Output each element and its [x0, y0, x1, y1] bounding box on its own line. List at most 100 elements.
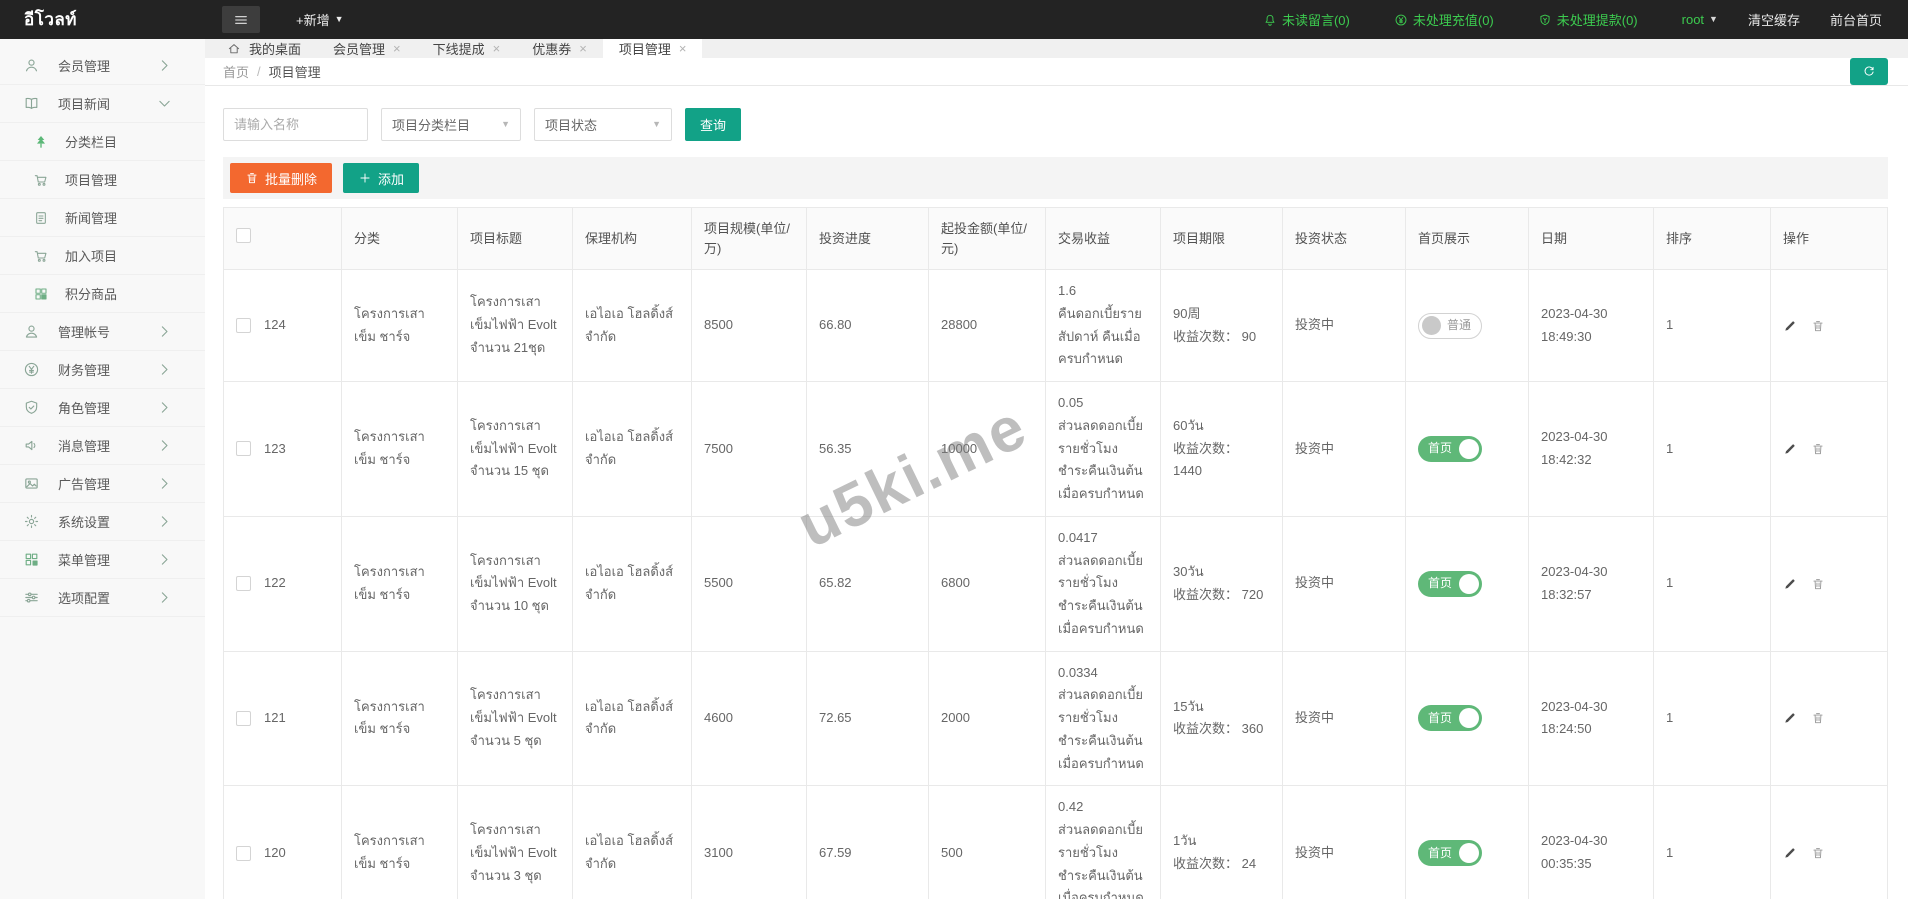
- clear-cache-link[interactable]: 清空缓存: [1748, 10, 1800, 29]
- home-show-toggle[interactable]: 普通: [1418, 313, 1482, 339]
- cell-progress: 56.35: [807, 382, 929, 517]
- tab-item[interactable]: 我的桌面 ×: [211, 39, 317, 58]
- tab-item[interactable]: 项目管理 ×: [603, 39, 703, 58]
- cell-min-invest: 10000: [929, 382, 1046, 517]
- cell-home-show: 首页: [1406, 786, 1529, 899]
- home-show-toggle[interactable]: 首页: [1418, 840, 1482, 866]
- row-checkbox[interactable]: [236, 318, 251, 333]
- toggle-knob: [1422, 316, 1441, 335]
- sidebar-item[interactable]: 菜单管理: [0, 541, 205, 579]
- tab-item[interactable]: 会员管理 ×: [317, 39, 417, 58]
- trash-icon: [1811, 711, 1825, 725]
- name-search-input[interactable]: [223, 108, 368, 141]
- sidebar-item[interactable]: 广告管理: [0, 465, 205, 503]
- app-brand: อีโวลท์: [0, 6, 222, 33]
- column-header: 投资状态: [1283, 208, 1406, 270]
- tab-close-icon[interactable]: ×: [579, 42, 587, 55]
- filter-bar: 项目分类栏目 ▼ 项目状态 ▼ 查询: [223, 108, 1888, 141]
- cell-title: โครงการเสาเข็มไฟฟ้า Evolt จำนวน 5 ชุด: [458, 651, 573, 786]
- cell-title: โครงการเสาเข็มไฟฟ้า Evolt จำนวน 3 ชุด: [458, 786, 573, 899]
- edit-button[interactable]: [1783, 846, 1797, 860]
- delete-button[interactable]: [1811, 319, 1825, 333]
- cell-progress: 65.82: [807, 516, 929, 651]
- sidebar-item[interactable]: 项目新闻: [0, 85, 205, 123]
- cell-agency: เอไอเอ โฮลดิ้งส์ จำกัด: [573, 516, 692, 651]
- cell-duration: 90周收益次数： 90: [1161, 270, 1283, 382]
- edit-button[interactable]: [1783, 711, 1797, 725]
- pending-recharge-link[interactable]: 未处理充值(0): [1394, 10, 1494, 29]
- tab-close-icon[interactable]: ×: [393, 42, 401, 55]
- tab-close-icon[interactable]: ×: [679, 42, 687, 55]
- select-all-checkbox[interactable]: [236, 228, 251, 243]
- toggle-knob: [1459, 708, 1479, 728]
- sidebar-item[interactable]: 选项配置: [0, 579, 205, 617]
- edit-button[interactable]: [1783, 442, 1797, 456]
- sidebar-item-label: 系统设置: [58, 512, 156, 531]
- delete-button[interactable]: [1811, 711, 1825, 725]
- edit-button[interactable]: [1783, 577, 1797, 591]
- pending-withdraw-link[interactable]: 未处理提款(0): [1538, 10, 1638, 29]
- batch-delete-button[interactable]: 批量删除: [230, 163, 332, 193]
- new-dropdown-button[interactable]: +新增 ▼: [296, 10, 344, 29]
- sidebar-toggle-button[interactable]: [222, 6, 260, 33]
- tab-label: 会员管理: [333, 39, 385, 58]
- sidebar-item[interactable]: 加入项目: [0, 237, 205, 275]
- tab-item[interactable]: 下线提成 ×: [417, 39, 517, 58]
- column-header: 日期: [1529, 208, 1654, 270]
- pencil-icon: [1783, 846, 1797, 860]
- chevron-icon: [156, 361, 173, 378]
- unread-messages-link[interactable]: 未读留言(0): [1263, 10, 1350, 29]
- cart-icon: [33, 248, 49, 264]
- add-button[interactable]: 添加: [343, 163, 419, 193]
- tab-close-icon[interactable]: ×: [493, 42, 501, 55]
- grid-icon: [33, 286, 49, 302]
- sidebar-item[interactable]: 项目管理: [0, 161, 205, 199]
- sidebar-item[interactable]: 会员管理: [0, 47, 205, 85]
- sidebar-item[interactable]: 积分商品: [0, 275, 205, 313]
- cell-title: โครงการเสาเข็มไฟฟ้า Evolt จำนวน 15 ชุด: [458, 382, 573, 517]
- user-menu[interactable]: root ▼: [1682, 12, 1718, 27]
- sidebar-item[interactable]: 分类栏目: [0, 123, 205, 161]
- sidebar-item[interactable]: 消息管理: [0, 427, 205, 465]
- search-button[interactable]: 查询: [685, 108, 741, 141]
- cell-actions: [1771, 382, 1888, 517]
- sidebar-item[interactable]: 角色管理: [0, 389, 205, 427]
- row-checkbox[interactable]: [236, 576, 251, 591]
- tree-icon: [33, 134, 49, 150]
- edit-button[interactable]: [1783, 319, 1797, 333]
- sidebar-item[interactable]: 财务管理: [0, 351, 205, 389]
- caret-down-icon: ▼: [501, 120, 510, 129]
- sidebar-item[interactable]: 管理帐号: [0, 313, 205, 351]
- refresh-button[interactable]: [1850, 58, 1888, 85]
- row-checkbox[interactable]: [236, 441, 251, 456]
- delete-button[interactable]: [1811, 846, 1825, 860]
- chevron-icon: [156, 399, 173, 416]
- cell-status: 投资中: [1283, 516, 1406, 651]
- cell-duration: 60วัน收益次数： 1440: [1161, 382, 1283, 517]
- cell-min-invest: 500: [929, 786, 1046, 899]
- chevron-icon: [156, 551, 173, 568]
- status-select[interactable]: 项目状态 ▼: [534, 108, 672, 141]
- home-show-toggle[interactable]: 首页: [1418, 571, 1482, 597]
- cell-date: 2023-04-30 00:35:35: [1529, 786, 1654, 899]
- refresh-icon: [1862, 65, 1876, 79]
- table-header-row: 分类项目标题保理机构项目规模(单位/万)投资进度起投金额(单位/元)交易收益项目…: [224, 208, 1888, 270]
- trash-icon: [1811, 577, 1825, 591]
- breadcrumb: 首页 / 项目管理: [205, 58, 1908, 86]
- delete-button[interactable]: [1811, 442, 1825, 456]
- row-checkbox[interactable]: [236, 846, 251, 861]
- cell-home-show: 首页: [1406, 651, 1529, 786]
- home-show-toggle[interactable]: 首页: [1418, 436, 1482, 462]
- front-home-link[interactable]: 前台首页: [1830, 10, 1882, 29]
- delete-button[interactable]: [1811, 577, 1825, 591]
- category-select[interactable]: 项目分类栏目 ▼: [381, 108, 521, 141]
- row-checkbox[interactable]: [236, 711, 251, 726]
- breadcrumb-home-link[interactable]: 首页: [223, 62, 249, 81]
- home-show-toggle[interactable]: 首页: [1418, 705, 1482, 731]
- projects-table: 分类项目标题保理机构项目规模(单位/万)投资进度起投金额(单位/元)交易收益项目…: [223, 207, 1888, 899]
- cell-home-show: 首页: [1406, 516, 1529, 651]
- row-id: 123: [264, 438, 286, 461]
- sidebar-item[interactable]: 系统设置: [0, 503, 205, 541]
- tab-item[interactable]: 优惠券 ×: [516, 39, 603, 58]
- sidebar-item[interactable]: 新闻管理: [0, 199, 205, 237]
